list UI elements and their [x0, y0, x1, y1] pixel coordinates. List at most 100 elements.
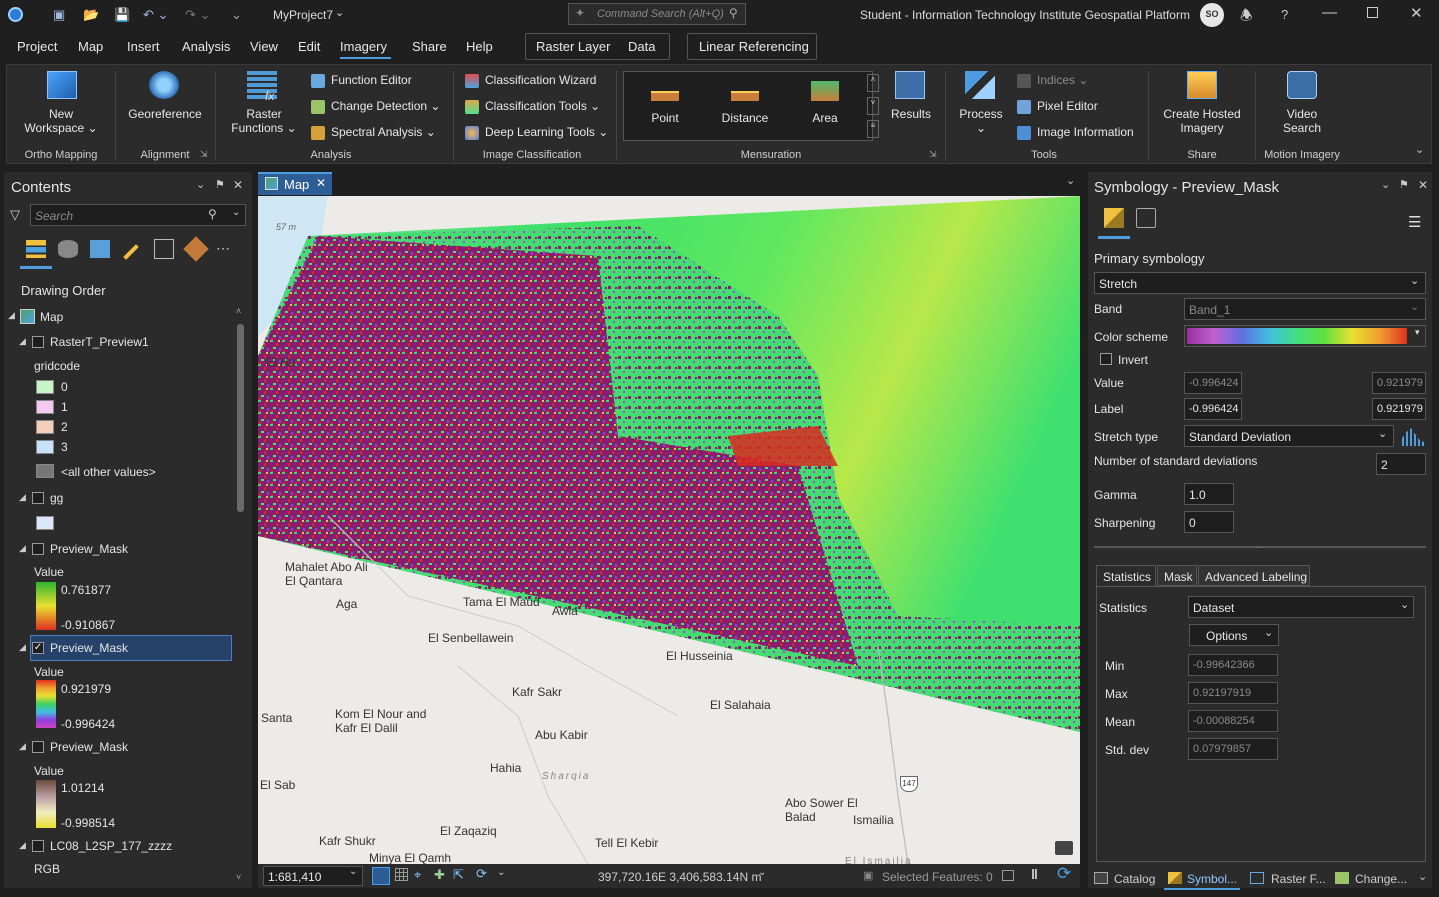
account-name[interactable]: Student - Information Technology Institu… [860, 8, 1190, 22]
pixel-editor-button[interactable]: Pixel Editor [1037, 99, 1098, 113]
video-search-button[interactable]: Video Search [1263, 107, 1341, 135]
gamma-field[interactable]: 1.0 [1184, 483, 1234, 505]
tab-raster-layer[interactable]: Raster Layer [536, 39, 610, 54]
navigation-tool-icon[interactable] [372, 867, 390, 885]
create-hosted-imagery-button[interactable]: Create Hosted Imagery [1153, 107, 1251, 135]
bottom-tab-symbology[interactable]: Symbol... [1187, 872, 1237, 886]
tab-linear-referencing[interactable]: Linear Referencing [699, 39, 809, 54]
list-by-source-icon[interactable] [58, 240, 78, 258]
pin-icon[interactable]: ⚑ [1399, 178, 1409, 191]
layer-visibility-checkbox[interactable] [32, 492, 44, 504]
gallery-down-icon[interactable]: ˅ [867, 97, 879, 115]
tab-advanced-labeling[interactable]: Advanced Labeling [1198, 565, 1310, 586]
raster-functions-button[interactable]: Raster Functions ⌄ [221, 107, 307, 135]
grid-icon[interactable] [395, 868, 408, 881]
value-min-field[interactable]: -0.996424 [1184, 372, 1242, 394]
new-project-icon[interactable]: ▣ [53, 7, 65, 23]
new-workspace-button[interactable]: New Workspace ⌄ [11, 107, 111, 135]
refresh-dropdown-icon[interactable]: ⌄ [497, 867, 505, 878]
layer-raster-preview[interactable]: RasterT_Preview1 [50, 335, 149, 349]
georeference-button[interactable]: Georeference [119, 107, 211, 121]
help-icon[interactable]: ? [1281, 7, 1288, 22]
bottom-tab-catalog[interactable]: Catalog [1114, 872, 1155, 886]
sharpening-field[interactable]: 0 [1184, 511, 1234, 533]
north-arrow-icon[interactable]: ⇱ [453, 867, 464, 883]
classification-tools-button[interactable]: Classification Tools ⌄ [485, 99, 600, 113]
list-by-selection-icon[interactable] [90, 240, 110, 258]
layer-visibility-checkbox-checked[interactable]: ✓ [32, 642, 44, 654]
tab-insert[interactable]: Insert [127, 39, 160, 54]
map-canvas[interactable]: 57 m El Ha Mahalet Abo Ali El Qantara Ag… [258, 196, 1080, 864]
filter-icon[interactable]: ▽ [10, 207, 20, 223]
coords-dropdown-icon[interactable]: ⌄ [758, 867, 766, 878]
ribbon-collapse-icon[interactable]: ⌄ [1415, 143, 1424, 156]
expand-map-icon[interactable]: ◢ [8, 310, 15, 321]
list-by-snapping-icon[interactable] [154, 239, 174, 259]
tab-project[interactable]: Project [17, 39, 57, 54]
layer-preview-mask-1[interactable]: Preview_Mask [50, 542, 128, 556]
command-search-input[interactable]: Command Search (Alt+Q) [568, 3, 746, 25]
snapping-icon[interactable]: ⌖ [414, 867, 421, 883]
tab-edit[interactable]: Edit [298, 39, 320, 54]
tab-map[interactable]: Map [78, 39, 103, 54]
results-button[interactable]: Results [885, 107, 937, 121]
layer-visibility-checkbox[interactable] [32, 741, 44, 753]
primary-symbology-tab-icon[interactable] [1104, 208, 1124, 228]
layer-preview-mask-2[interactable]: Preview_Mask [50, 641, 128, 655]
attribution-icon[interactable] [1055, 841, 1073, 855]
pause-drawing-icon[interactable]: ‖ [1031, 866, 1038, 882]
undo-icon[interactable]: ↶ ⌄ [143, 7, 168, 23]
deep-learning-tools-button[interactable]: Deep Learning Tools ⌄ [485, 125, 608, 139]
color-scheme-picker[interactable] [1184, 325, 1426, 347]
close-map-tab-icon[interactable]: ✕ [316, 176, 326, 190]
label-min-field[interactable]: -0.996424 [1184, 398, 1242, 420]
list-by-labeling-icon[interactable] [183, 236, 209, 262]
scale-selector[interactable]: 1:681,410 [263, 866, 363, 886]
close-icon[interactable]: ✕ [1410, 4, 1423, 22]
pin-icon[interactable]: ⚑ [215, 178, 225, 191]
expand-layer-icon[interactable]: ◢ [19, 840, 26, 851]
map-tab-label[interactable]: Map [284, 177, 309, 192]
save-icon[interactable]: 💾 [114, 7, 130, 23]
layer-lc08[interactable]: LC08_L2SP_177_zzzz [50, 839, 172, 853]
close-panel-icon[interactable]: ✕ [233, 178, 243, 192]
histogram-icon[interactable] [1402, 428, 1424, 446]
view-dropdown-icon[interactable]: ⌄ [1066, 174, 1075, 187]
bottom-tab-raster-functions[interactable]: Raster F... [1271, 872, 1326, 886]
spectral-analysis-button[interactable]: Spectral Analysis ⌄ [331, 125, 436, 139]
hamburger-menu-icon[interactable]: ☰ [1408, 213, 1421, 231]
tab-share[interactable]: Share [412, 39, 447, 54]
more-icon[interactable]: ⋯ [216, 240, 230, 257]
project-dropdown-icon[interactable]: ⌄ [335, 6, 344, 19]
restore-icon[interactable] [1367, 7, 1378, 18]
layer-gg[interactable]: gg [50, 491, 63, 505]
tab-statistics[interactable]: Statistics [1096, 565, 1156, 587]
panel-menu-icon[interactable]: ⌄ [1381, 178, 1390, 191]
statistics-select[interactable]: Dataset [1188, 596, 1414, 618]
project-name[interactable]: MyProject7 [273, 8, 333, 22]
gallery-up-icon[interactable]: ˄ [867, 74, 879, 92]
change-detection-button[interactable]: Change Detection ⌄ [331, 99, 440, 113]
refresh-map-icon[interactable]: ⟳ [1057, 864, 1071, 884]
expand-layer-icon[interactable]: ◢ [19, 741, 26, 752]
tab-view[interactable]: View [250, 39, 278, 54]
tab-imagery[interactable]: Imagery [340, 39, 387, 54]
layer-visibility-checkbox[interactable] [32, 840, 44, 852]
mensuration-launcher-icon[interactable]: ⇲ [929, 149, 937, 160]
expand-layer-icon[interactable]: ◢ [19, 336, 26, 347]
minimize-icon[interactable]: — [1322, 4, 1337, 21]
tab-data[interactable]: Data [628, 39, 655, 54]
vary-symbology-tab-icon[interactable] [1136, 208, 1156, 228]
table-icon[interactable] [1002, 870, 1014, 881]
gallery-expand-icon[interactable]: ≡ [867, 120, 879, 138]
classification-wizard-button[interactable]: Classification Wizard [485, 73, 596, 87]
constraint-icon[interactable]: ✚ [434, 867, 445, 883]
avatar[interactable]: SO [1200, 3, 1224, 27]
contents-scrollbar-thumb[interactable] [237, 324, 244, 512]
open-project-icon[interactable]: 📂 [83, 7, 99, 23]
num-std-field[interactable]: 2 [1376, 453, 1426, 475]
scroll-down-icon[interactable]: ˅ [236, 872, 241, 882]
map-node[interactable]: Map [40, 310, 63, 324]
alignment-launcher-icon[interactable]: ⇲ [200, 149, 208, 160]
layer-visibility-checkbox[interactable] [32, 336, 44, 348]
